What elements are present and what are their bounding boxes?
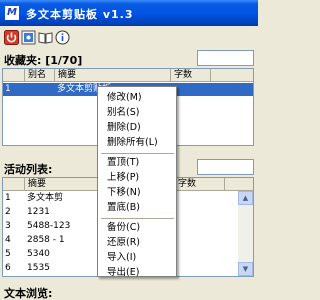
menu-item-restore[interactable]: 还原(R) [98, 236, 176, 250]
row-index: 2 [5, 207, 11, 217]
favorites-col-alias[interactable]: 别名 [25, 69, 55, 82]
menu-item-delete-all[interactable]: 删除所有(L) [98, 136, 176, 150]
activity-col-count[interactable]: 字数 [175, 178, 225, 191]
title-bar[interactable]: M 多文本剪贴板 v1.3 [0, 0, 258, 26]
row-index: 3 [5, 221, 11, 231]
menu-item-import[interactable]: 导入(I) [98, 251, 176, 265]
scroll-down-icon[interactable]: ▼ [238, 262, 253, 276]
row-summary: 1535 [27, 263, 50, 273]
favorites-col-count[interactable]: 字数 [171, 69, 211, 82]
row-summary: 2858 - 1 [27, 235, 65, 245]
row-index: 1 [5, 193, 11, 203]
context-menu: 修改(M) 别名(S) 删除(D) 删除所有(L) 置顶(T) 上移(P) 下移… [97, 86, 177, 280]
preview-label: 文本浏览: [4, 287, 53, 300]
menu-item-move-down[interactable]: 下移(N) [98, 186, 176, 200]
favorites-col-summary[interactable]: 摘要 [55, 69, 171, 82]
menu-item-backup[interactable]: 备份(C) [98, 221, 176, 235]
row-summary: 1231 [27, 207, 50, 217]
book-icon[interactable] [38, 30, 53, 45]
scroll-up-icon[interactable]: ▲ [238, 191, 253, 205]
row-index: 1 [5, 84, 11, 94]
menu-item-top[interactable]: 置顶(T) [98, 156, 176, 170]
activity-search-box[interactable] [197, 159, 254, 175]
capture-icon[interactable] [21, 30, 36, 45]
favorites-col-index[interactable] [3, 69, 25, 82]
menu-item-delete[interactable]: 删除(D) [98, 121, 176, 135]
info-icon[interactable] [55, 30, 70, 45]
row-index: 4 [5, 235, 11, 245]
toolbar [0, 26, 258, 48]
row-summary: 5488-123 [27, 221, 71, 231]
window-title: 多文本剪贴板 v1.3 [26, 8, 134, 21]
app-icon: M [5, 6, 19, 20]
preview-area: 文本浏览: [2, 283, 256, 300]
menu-item-alias[interactable]: 别名(S) [98, 106, 176, 120]
power-icon[interactable] [4, 30, 19, 45]
menu-item-edit[interactable]: 修改(M) [98, 91, 176, 105]
row-summary: 5340 [27, 249, 50, 259]
favorites-header: 别名 摘要 字数 [3, 69, 253, 82]
menu-item-move-up[interactable]: 上移(P) [98, 171, 176, 185]
menu-item-bottom[interactable]: 置底(B) [98, 201, 176, 215]
activity-label: 活动列表: [4, 163, 53, 176]
activity-col-index[interactable] [3, 178, 25, 191]
row-index: 6 [5, 263, 11, 273]
activity-scrollbar[interactable]: ▲ ▼ [238, 191, 253, 276]
row-summary: 多文本剪 [27, 193, 64, 203]
favorites-label: 收藏夹: [1/70] [4, 54, 83, 67]
menu-separator [101, 218, 174, 219]
menu-separator [101, 153, 174, 154]
menu-item-export[interactable]: 导出(E) [98, 266, 176, 280]
row-index: 5 [5, 249, 11, 259]
favorites-search-box[interactable] [197, 50, 254, 66]
